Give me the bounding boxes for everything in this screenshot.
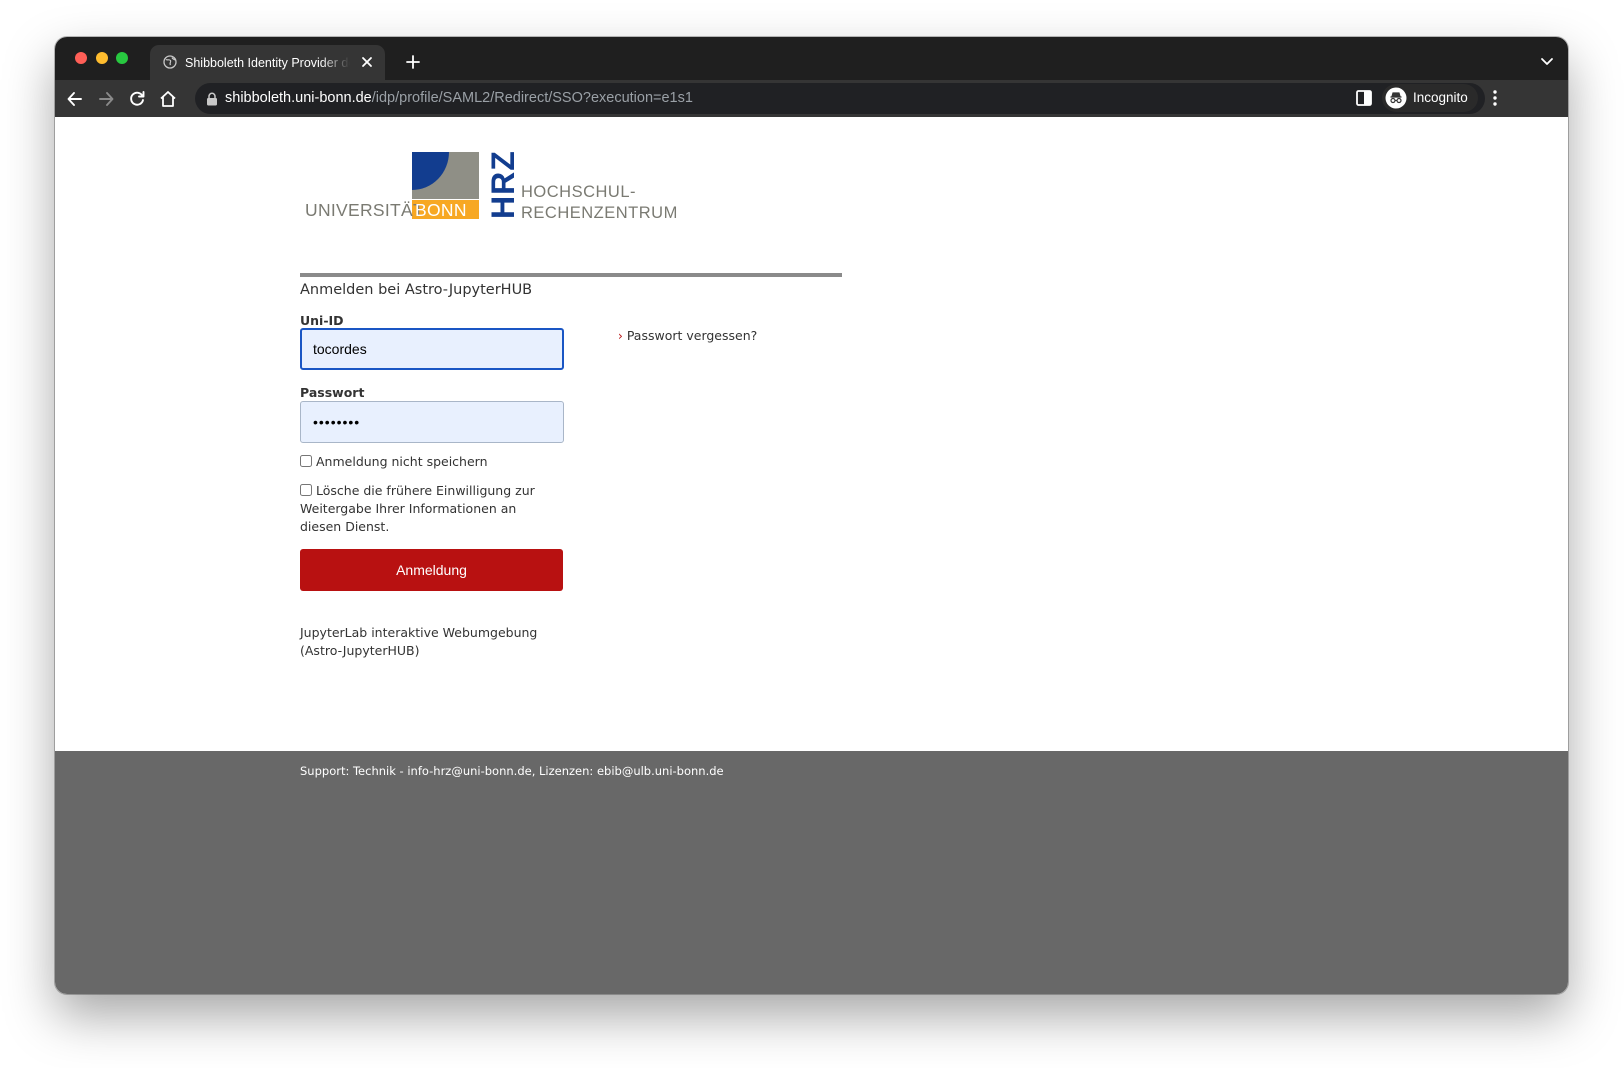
chevron-right-icon: ›: [618, 329, 623, 343]
uid-label: Uni-ID: [300, 313, 344, 328]
no-store-checkbox[interactable]: [300, 455, 312, 467]
no-store-row: Anmeldung nicht speichern: [300, 453, 560, 471]
logo-hrz-text: HRZ: [485, 152, 521, 219]
form-divider: [300, 273, 842, 277]
login-title: Anmelden bei Astro-JupyterHUB: [300, 282, 533, 298]
lock-icon[interactable]: [206, 92, 218, 106]
revoke-consent-row: Lösche die frühere Einwilligung zur Weit…: [300, 482, 560, 536]
password-label: Passwort: [300, 385, 365, 400]
minimize-window-button[interactable]: [96, 52, 108, 64]
incognito-icon: [1385, 87, 1407, 109]
revoke-consent-checkbox[interactable]: [300, 484, 312, 496]
reload-icon[interactable]: [127, 89, 147, 109]
logo-hrz-line1: HOCHSCHUL-: [521, 183, 636, 201]
uid-input[interactable]: [300, 328, 564, 370]
page-content: UNIVERSITÄT BONN HRZ HOCHSCHUL- RECHENZE…: [55, 117, 1568, 994]
page-footer: Support: Technik - info-hrz@uni-bonn.de,…: [55, 751, 1568, 994]
back-arrow-icon[interactable]: [65, 89, 85, 109]
close-window-button[interactable]: [75, 52, 87, 64]
browser-toolbar: shibboleth.uni-bonn.de/idp/profile/SAML2…: [55, 80, 1568, 117]
address-bar[interactable]: shibboleth.uni-bonn.de/idp/profile/SAML2…: [195, 83, 1485, 114]
side-panel-icon[interactable]: [1355, 89, 1373, 107]
tab-title: Shibboleth Identity Provider der Univers…: [185, 56, 350, 70]
url-host: shibboleth.uni-bonn.de: [225, 90, 372, 106]
globe-icon: [163, 55, 177, 69]
home-icon[interactable]: [158, 89, 178, 109]
university-hrz-logo: UNIVERSITÄT BONN HRZ HOCHSCHUL- RECHENZE…: [305, 152, 678, 222]
plus-icon[interactable]: [405, 54, 421, 70]
maximize-window-button[interactable]: [116, 52, 128, 64]
browser-window: Shibboleth Identity Provider der Univers…: [55, 37, 1568, 994]
forward-arrow-icon[interactable]: [96, 89, 116, 109]
forgot-password-label: Passwort vergessen?: [626, 328, 758, 343]
password-input[interactable]: [300, 401, 564, 443]
logo-hrz-line2: RECHENZENTRUM: [521, 204, 678, 222]
url-path: /idp/profile/SAML2/Redirect/SSO?executio…: [371, 90, 693, 106]
incognito-label: Incognito: [1413, 90, 1468, 105]
revoke-consent-label: Lösche die frühere Einwilligung zur Weit…: [300, 483, 535, 534]
incognito-profile-button[interactable]: Incognito: [1382, 84, 1478, 112]
logo-bonn-text: BONN: [415, 200, 467, 220]
tab-strip: Shibboleth Identity Provider der Univers…: [55, 37, 1568, 80]
close-icon[interactable]: [360, 55, 374, 69]
login-button[interactable]: Anmeldung: [300, 549, 563, 591]
service-description: JupyterLab interaktive Webumgebung (Astr…: [300, 625, 538, 658]
url-text[interactable]: shibboleth.uni-bonn.de/idp/profile/SAML2…: [225, 90, 693, 107]
logo-university-text: UNIVERSITÄT: [305, 200, 424, 220]
support-text: Support: Technik - info-hrz@uni-bonn.de,…: [300, 764, 724, 778]
chevron-down-icon[interactable]: [1540, 54, 1554, 68]
forgot-password-link[interactable]: › Passwort vergessen?: [618, 328, 757, 343]
kebab-menu-icon[interactable]: [1492, 89, 1498, 107]
browser-tab[interactable]: Shibboleth Identity Provider der Univers…: [150, 45, 385, 80]
no-store-label: Anmeldung nicht speichern: [316, 454, 488, 469]
